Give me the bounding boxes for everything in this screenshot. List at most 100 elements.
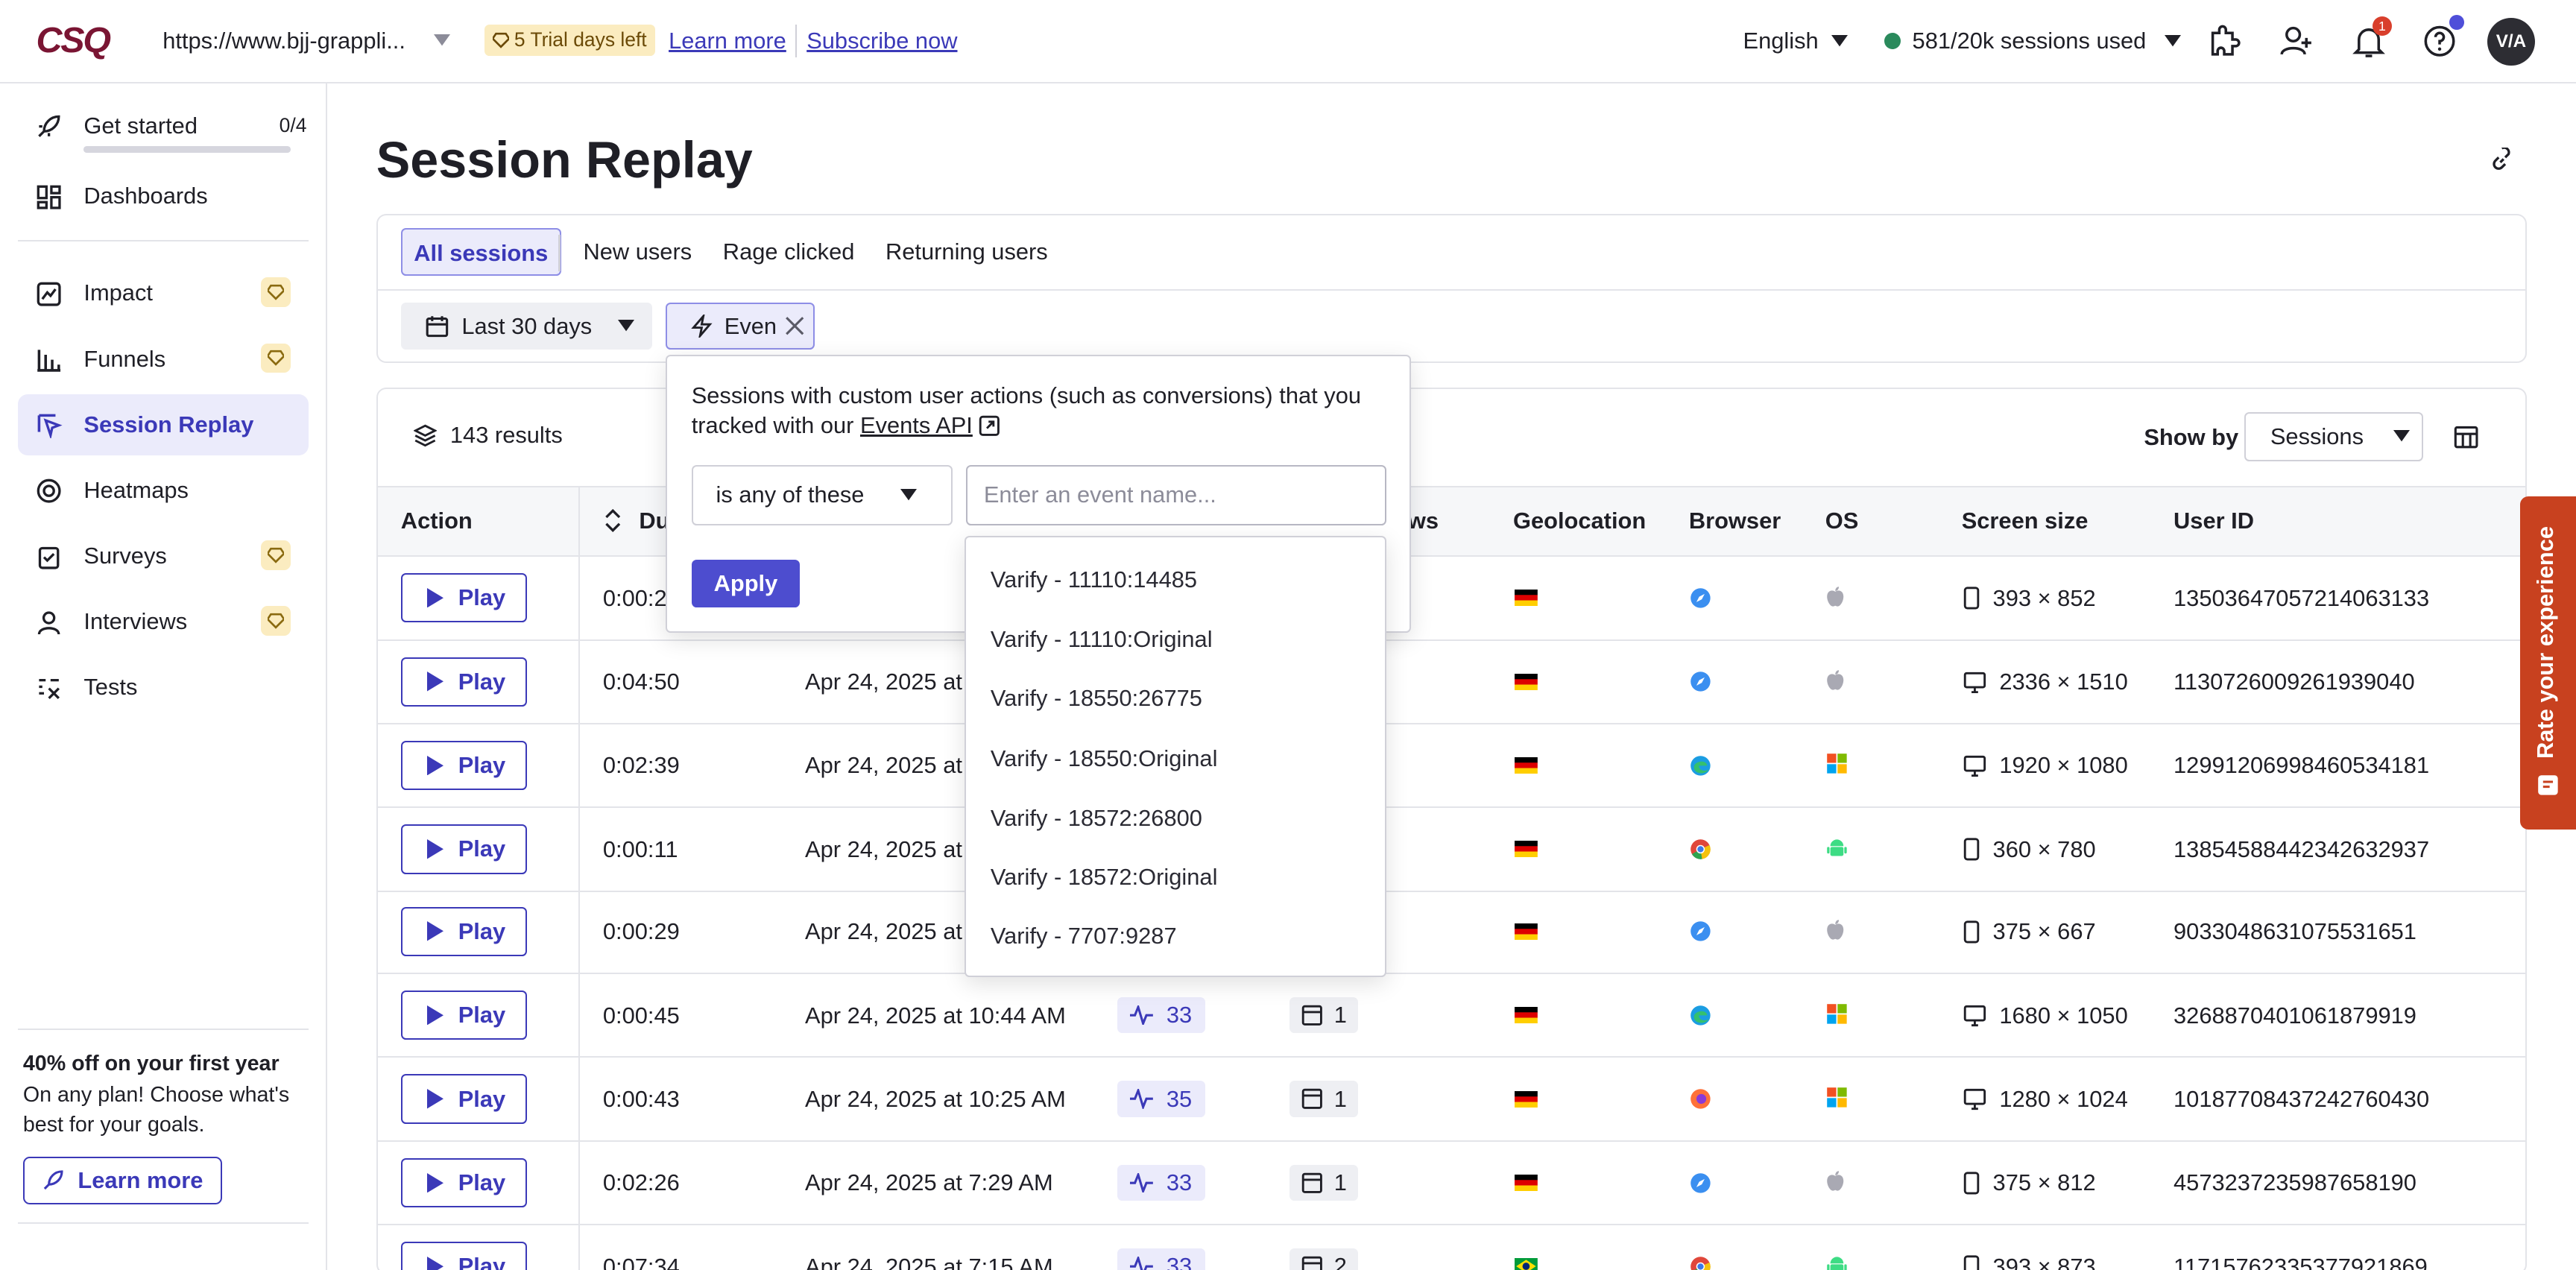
event-option[interactable]: Varify - 18572:Original <box>991 864 1218 891</box>
safari-icon <box>1689 1172 1712 1195</box>
phone-icon <box>1963 1255 1980 1270</box>
windows-icon <box>1825 752 1849 775</box>
event-option[interactable]: Varify - 18550:26775 <box>991 685 1202 712</box>
tab-all-sessions[interactable]: All sessions <box>400 228 561 277</box>
event-name-input[interactable] <box>965 464 1387 526</box>
user-id-cell: 4573237235987658190 <box>2174 1169 2416 1196</box>
caret-down-icon <box>2164 34 2181 47</box>
logo[interactable]: CSQ <box>36 19 111 61</box>
tab-new-users[interactable]: New users <box>583 228 692 276</box>
pageviews-badge: 2 <box>1289 1248 1359 1270</box>
table-row[interactable]: Play 0:00:45 Apr 24, 2025 at 10:44 AM 33 1 16… <box>377 974 2525 1058</box>
user-id-cell: 9033048631075531651 <box>2174 918 2416 945</box>
play-icon <box>426 755 443 776</box>
apply-button[interactable]: Apply <box>691 560 801 608</box>
duration-cell: 0:00:11 <box>602 835 678 862</box>
play-icon <box>426 921 443 941</box>
duration-cell: 0:00:45 <box>602 1002 680 1029</box>
play-button[interactable]: Play <box>400 991 528 1040</box>
help-icon[interactable] <box>2423 23 2456 59</box>
show-by-select[interactable]: Sessions <box>2244 412 2424 462</box>
sidebar-item-funnels[interactable]: Funnels <box>18 329 309 390</box>
event-option[interactable]: Varify - 11110:14485 <box>991 566 1197 593</box>
screen-size-value: 375 × 812 <box>1992 1169 2096 1196</box>
sidebar-item-interviews[interactable]: Interviews <box>18 591 309 652</box>
premium-diamond-icon <box>261 606 291 636</box>
promo-learn-more-button[interactable]: Learn more <box>22 1156 222 1204</box>
date-range-filter[interactable]: Last 30 days <box>400 302 653 350</box>
play-button[interactable]: Play <box>400 741 528 791</box>
play-button[interactable]: Play <box>400 1157 528 1207</box>
puzzle-icon[interactable] <box>2208 23 2241 59</box>
screen-size-value: 393 × 873 <box>1992 1253 2096 1270</box>
screen-size-value: 375 × 667 <box>1992 918 2096 945</box>
flag-de-icon <box>1515 673 1538 690</box>
play-label: Play <box>458 1169 506 1195</box>
apple-icon <box>1825 1169 1845 1192</box>
external-link-icon[interactable] <box>979 415 1000 437</box>
table-row[interactable]: Play 0:02:26 Apr 24, 2025 at 7:29 AM 33 1 375… <box>377 1142 2525 1226</box>
events-api-link[interactable]: Events API <box>860 412 973 438</box>
event-option[interactable]: Varify - 11110:Original <box>991 626 1213 653</box>
add-user-icon[interactable] <box>2280 23 2313 59</box>
table-row[interactable]: Play 0:00:29 Apr 24, 2025 at 375 × 667 90330… <box>377 891 2525 975</box>
phone-icon <box>1963 920 1980 944</box>
site-url-selector[interactable]: https://www.bjj-grappli... <box>162 28 405 54</box>
play-button[interactable]: Play <box>400 824 528 874</box>
play-button[interactable]: Play <box>400 573 528 623</box>
impact-chart-icon <box>36 281 62 307</box>
play-label: Play <box>458 752 506 779</box>
activity-badge: 33 <box>1117 1164 1205 1201</box>
activity-pulse-icon <box>1130 1089 1154 1109</box>
sidebar-item-heatmaps[interactable]: Heatmaps <box>18 460 309 521</box>
table-row[interactable]: Play 0:00:43 Apr 24, 2025 at 10:25 AM 35 1 12… <box>377 1058 2525 1142</box>
column-header-pages[interactable]: ws <box>1408 508 1439 534</box>
user-id-cell: 1130726009261939040 <box>2174 669 2415 695</box>
date-cell: Apr 24, 2025 at <box>805 918 962 945</box>
windows-icon <box>1825 1086 1849 1109</box>
tab-rage-clicked[interactable]: Rage clicked <box>723 228 855 276</box>
date-cell: Apr 24, 2025 at 7:15 AM <box>805 1253 1053 1270</box>
funnel-bars-icon <box>36 347 62 373</box>
show-by-value: Sessions <box>2270 423 2364 450</box>
event-option[interactable]: Varify - 7707:9287 <box>991 923 1177 950</box>
close-icon[interactable] <box>785 316 804 335</box>
caret-down-icon[interactable] <box>433 34 450 48</box>
sidebar-item-impact[interactable]: Impact <box>18 263 309 324</box>
sidebar-item-dashboards[interactable]: Dashboards <box>18 166 309 227</box>
operator-select[interactable]: is any of these <box>691 464 953 526</box>
event-filter-chip[interactable]: Even <box>665 302 815 350</box>
table-row[interactable]: Play 0:02:39 Apr 24, 2025 at 1920 × 1080 129… <box>377 724 2525 809</box>
sidebar-item-session-replay[interactable]: Session Replay <box>18 394 309 455</box>
user-id-cell: 12991206998460534181 <box>2174 752 2430 779</box>
play-button[interactable]: Play <box>400 657 528 707</box>
event-option[interactable]: Varify - 18550:Original <box>991 745 1218 772</box>
phone-icon <box>1963 587 1980 610</box>
trial-badge-label: 5 Trial days left <box>514 28 647 51</box>
table-row[interactable]: Play 0:00:11 Apr 24, 2025 at 360 × 780 13854… <box>377 808 2525 892</box>
avatar[interactable]: V/A <box>2487 18 2535 66</box>
learn-more-link[interactable]: Learn more <box>669 28 786 54</box>
screen-size-value: 1920 × 1080 <box>1999 752 2128 779</box>
table-row[interactable]: Play 0:07:34 Apr 24, 2025 at 7:15 AM 33 2 393… <box>378 1225 2525 1270</box>
flag-de-icon <box>1515 923 1538 940</box>
sidebar-item-tests[interactable]: Tests <box>18 657 309 718</box>
language-selector[interactable]: English <box>1743 28 1849 54</box>
divider <box>18 1028 309 1030</box>
columns-icon[interactable] <box>2453 424 2479 450</box>
divider <box>377 288 2525 291</box>
event-option[interactable]: Varify - 18572:26800 <box>991 805 1202 832</box>
play-button[interactable]: Play <box>400 1074 528 1124</box>
sidebar-item-surveys[interactable]: Surveys <box>18 525 309 587</box>
table-row[interactable]: Play 0:04:50 Apr 24, 2025 at 2336 × 1510 113… <box>377 641 2525 724</box>
subscribe-now-link[interactable]: Subscribe now <box>806 28 957 54</box>
event-filter-label: Even <box>724 312 777 339</box>
tab-returning-users[interactable]: Returning users <box>886 228 1048 276</box>
sort-icon[interactable] <box>603 509 622 533</box>
activity-pulse-icon <box>1130 1172 1154 1193</box>
play-button[interactable]: Play <box>400 1242 528 1270</box>
page-icon <box>1301 1256 1322 1270</box>
sessions-used-selector[interactable]: 581/20k sessions used <box>1884 28 2181 54</box>
play-button[interactable]: Play <box>400 906 528 956</box>
link-icon[interactable] <box>2489 148 2515 174</box>
